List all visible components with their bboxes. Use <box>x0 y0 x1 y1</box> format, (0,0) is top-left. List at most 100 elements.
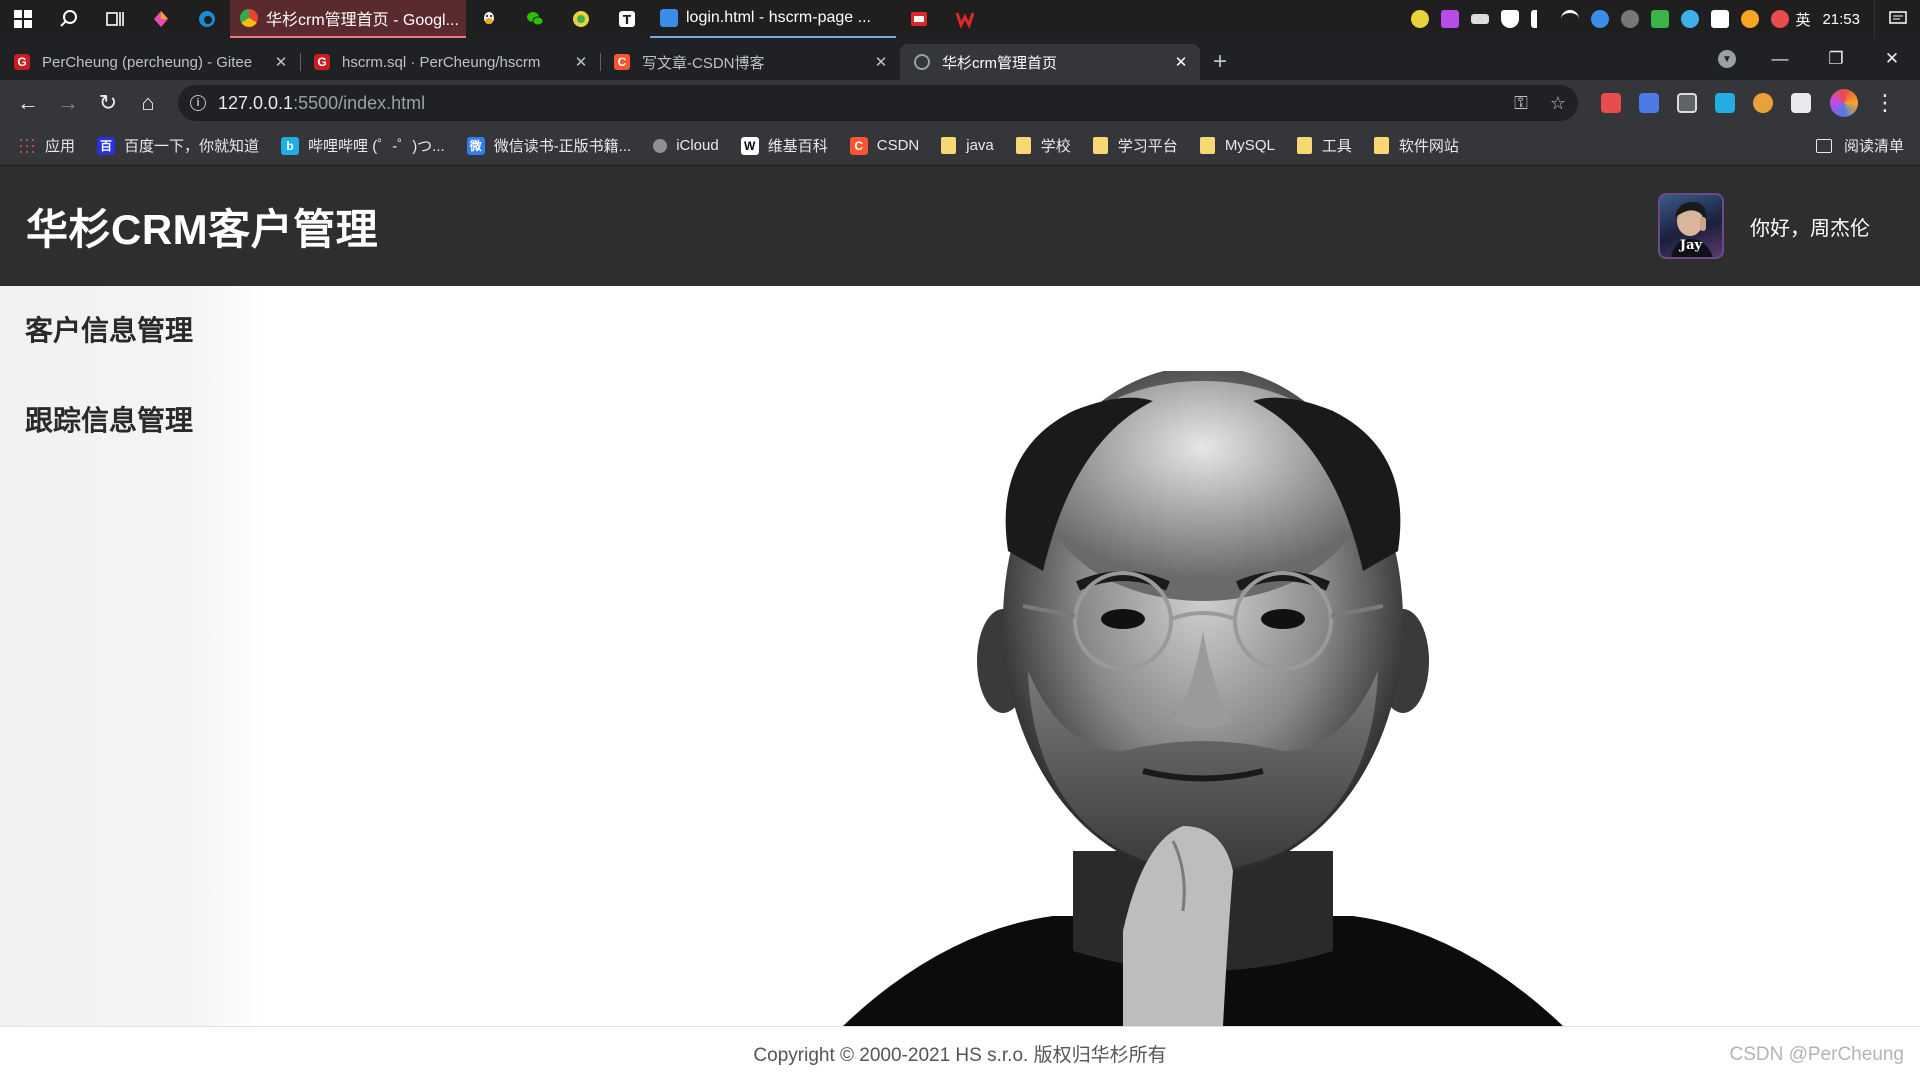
close-window-button[interactable]: ✕ <box>1864 38 1920 80</box>
folder-icon <box>1092 137 1108 154</box>
wikipedia-icon: W <box>740 136 759 155</box>
avatar-caption: Jay <box>1679 238 1703 253</box>
bookmark-star-icon[interactable]: ☆ <box>1550 93 1566 114</box>
copyright-text: Copyright © 2000-2021 HS s.r.o. 版权归华杉所有 <box>753 1045 1167 1066</box>
taskbar-vscode-label: login.html - hscrm-page ... <box>686 9 871 26</box>
shield-icon[interactable] <box>1501 10 1520 28</box>
bookmark-label: 学校 <box>1040 138 1071 155</box>
bookmark-folder-tools[interactable]: 工具 <box>1296 135 1352 156</box>
home-button[interactable]: ⌂ <box>128 83 168 123</box>
battery-icon[interactable] <box>1471 14 1490 24</box>
tray-cloud-icon[interactable] <box>1681 10 1700 28</box>
taskbar-vscode-window[interactable]: login.html - hscrm-page ... <box>650 0 896 38</box>
owl-extension-icon[interactable] <box>1753 93 1773 113</box>
bookmark-icloud[interactable]: iCloud <box>653 137 719 154</box>
tab-close-icon[interactable]: ✕ <box>872 53 890 71</box>
browser-tab-strip: G PerCheung (percheung) - Gitee ✕ G hscr… <box>0 38 1920 80</box>
bookmark-csdn[interactable]: C CSDN <box>849 136 919 155</box>
bookmark-label: MySQL <box>1224 137 1275 154</box>
tab-crm-home[interactable]: 华杉crm管理首页 ✕ <box>900 44 1200 80</box>
tab-close-icon[interactable]: ✕ <box>272 53 290 71</box>
gitee-favicon-icon: G <box>14 54 30 70</box>
bookmark-bilibili[interactable]: b 哔哩哔哩 (゜-゜)つ... <box>281 135 445 156</box>
avatar[interactable]: Jay <box>1658 193 1724 259</box>
typora-icon[interactable]: T <box>604 0 650 38</box>
address-bar[interactable]: i 127.0.0.1:5500/index.html ⚿ ☆ <box>178 85 1578 121</box>
tray-ide-icon[interactable] <box>1441 10 1460 28</box>
new-tab-button[interactable]: + <box>1200 44 1240 80</box>
qq-icon[interactable] <box>466 0 512 38</box>
forward-button[interactable]: → <box>48 83 88 123</box>
ime-indicator[interactable]: 英 <box>1795 9 1810 30</box>
site-info-icon[interactable]: i <box>190 95 206 111</box>
folder-icon <box>1015 137 1031 154</box>
bookmark-baidu[interactable]: 百 百度一下，你就知道 <box>97 135 259 156</box>
back-button[interactable]: ← <box>8 83 48 123</box>
volume-icon[interactable] <box>1531 10 1549 28</box>
screenshot-extension-icon[interactable] <box>1601 93 1621 113</box>
bookmark-label: 工具 <box>1321 138 1352 155</box>
tab-csdn-write[interactable]: C 写文章-CSDN博客 ✕ <box>600 44 900 80</box>
bookmark-folder-java[interactable]: java <box>941 137 994 154</box>
tab-gitee-sql[interactable]: G hscrm.sql · PerCheung/hscrm ✕ <box>300 44 600 80</box>
tray-b-icon[interactable] <box>1711 10 1730 28</box>
tray-search-icon[interactable] <box>1621 10 1640 28</box>
bookmark-weread[interactable]: 微 微信读书-正版书籍... <box>466 135 631 156</box>
reload-button[interactable]: ↻ <box>88 83 128 123</box>
profile-avatar-icon[interactable] <box>1830 89 1858 117</box>
apple-icon <box>653 138 668 153</box>
svg-text:T: T <box>623 13 632 27</box>
sidebar-item-tracking-info[interactable]: 跟踪信息管理 <box>25 376 268 466</box>
bookmark-label: 哔哩哔哩 (゜-゜)つ... <box>308 138 445 155</box>
bluetooth-icon[interactable] <box>1591 10 1610 28</box>
tray-app-icon[interactable] <box>1411 10 1430 28</box>
tab-gitee-profile[interactable]: G PerCheung (percheung) - Gitee ✕ <box>0 44 300 80</box>
restore-button[interactable]: ❐ <box>1808 38 1864 80</box>
more-menu-icon[interactable]: ⋮ <box>1874 90 1896 116</box>
bookmark-folder-mysql[interactable]: MySQL <box>1199 137 1275 154</box>
windows-start-icon[interactable] <box>0 0 46 38</box>
minimize-button[interactable]: — <box>1752 38 1808 80</box>
tab-title: 华杉crm管理首页 <box>942 54 1057 72</box>
tab-title: 写文章-CSDN博客 <box>642 54 765 72</box>
taskbar-chrome-label: 华杉crm管理首页 - Googl... <box>266 12 459 29</box>
bookmark-wikipedia[interactable]: W 维基百科 <box>740 135 828 156</box>
tray-key-icon[interactable] <box>1741 10 1760 28</box>
reading-list-button[interactable]: 阅读清单 <box>1815 135 1904 156</box>
translate-extension-icon[interactable] <box>1639 93 1659 113</box>
search-icon[interactable] <box>46 0 92 38</box>
wifi-icon[interactable] <box>1561 10 1580 28</box>
tab-search-button[interactable]: ▼ <box>1702 38 1752 80</box>
crm-page: 华杉CRM客户管理 Jay 你好，周杰伦 客户信息管理 跟踪信息管理 Copyr… <box>0 166 1920 1080</box>
app-badge-icon[interactable] <box>558 0 604 38</box>
bookmark-apps[interactable]: 应用 <box>18 135 75 156</box>
task-view-icon[interactable] <box>92 0 138 38</box>
puzzle-extensions-icon[interactable] <box>1791 93 1811 113</box>
bookmark-folder-learning[interactable]: 学习平台 <box>1092 135 1178 156</box>
bookmark-label: 百度一下，你就知道 <box>124 138 260 155</box>
bookmark-label: 软件网站 <box>1398 138 1459 155</box>
app-launcher-icon[interactable] <box>138 0 184 38</box>
taskbar-chrome-window[interactable]: 华杉crm管理首页 - Googl... <box>230 0 466 38</box>
bookmark-folder-software[interactable]: 软件网站 <box>1373 135 1459 156</box>
tray-photo-icon[interactable] <box>1651 10 1670 28</box>
tray-game-icon[interactable] <box>1771 10 1790 28</box>
edge-browser-icon[interactable] <box>184 0 230 38</box>
baidu-icon: 百 <box>97 136 116 155</box>
tab-close-icon[interactable]: ✕ <box>1172 53 1190 71</box>
clock[interactable]: 21:53 <box>1822 11 1860 28</box>
url-host: 127.0.0.1 <box>218 92 294 113</box>
wechat-icon[interactable] <box>512 0 558 38</box>
user-area: Jay 你好，周杰伦 <box>1658 193 1870 259</box>
wps-icon[interactable] <box>942 0 988 38</box>
sidebar-item-customer-info[interactable]: 客户信息管理 <box>25 286 268 376</box>
tv-extension-icon[interactable] <box>1715 93 1735 113</box>
tab-close-icon[interactable]: ✕ <box>572 53 590 71</box>
notification-center-icon[interactable] <box>1874 0 1920 38</box>
glasses-extension-icon[interactable] <box>1677 93 1697 113</box>
key-icon[interactable]: ⚿ <box>1514 93 1528 114</box>
bookmark-folder-school[interactable]: 学校 <box>1015 135 1071 156</box>
folder-icon <box>1199 137 1215 154</box>
youdao-icon[interactable] <box>896 0 942 38</box>
browser-toolbar: ← → ↻ ⌂ i 127.0.0.1:5500/index.html ⚿ ☆ … <box>0 80 1920 126</box>
